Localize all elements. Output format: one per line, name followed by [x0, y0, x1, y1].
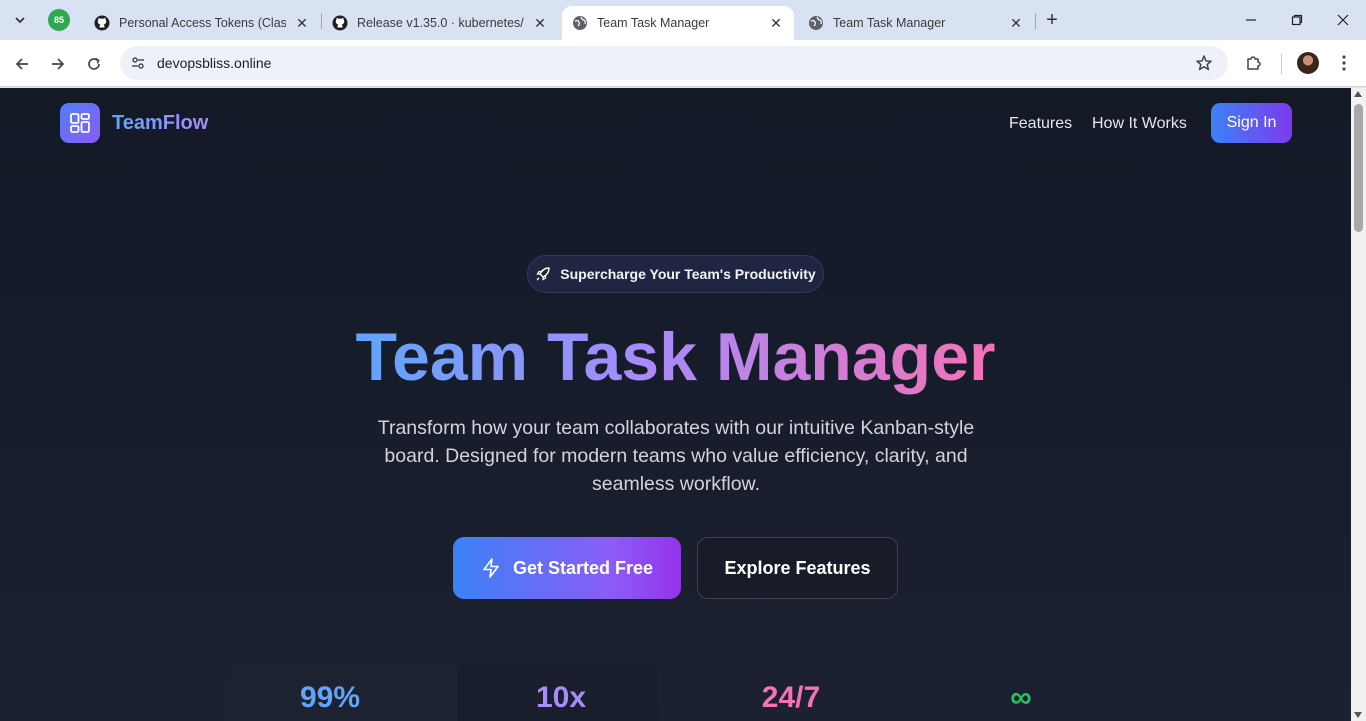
get-started-button[interactable]: Get Started Free — [453, 537, 681, 599]
get-started-label: Get Started Free — [512, 557, 654, 578]
close-icon[interactable]: ✕ — [532, 15, 548, 31]
pinned-extension-tab[interactable]: 85 — [48, 9, 70, 31]
nav-link-how-it-works[interactable]: How It Works — [1092, 115, 1187, 133]
puzzle-icon — [1247, 56, 1261, 70]
reload-button[interactable] — [80, 50, 108, 78]
extensions-button[interactable] — [1242, 51, 1266, 75]
brand-name[interactable]: TeamFlow — [112, 112, 208, 135]
browser-menu-button[interactable] — [1332, 51, 1356, 75]
tab-title: Team Task Manager — [597, 16, 710, 30]
minimize-button[interactable] — [1228, 0, 1274, 40]
reload-icon — [88, 57, 100, 70]
github-icon — [332, 15, 348, 31]
tab-divider — [1035, 13, 1036, 29]
close-icon[interactable]: ✕ — [768, 15, 784, 31]
tab-title: Release v1.35.0 · kubernetes/kops — [357, 16, 524, 30]
close-icon[interactable]: ✕ — [294, 15, 310, 31]
tab-team-task-manager[interactable]: Team Task Manager ✕ — [798, 6, 1034, 40]
hero-badge-text: Supercharge Your Team's Productivity — [560, 266, 816, 282]
browser-toolbar: devopsbliss.online — [0, 40, 1366, 87]
github-icon — [94, 15, 110, 31]
tab-kops-release[interactable]: Release v1.35.0 · kubernetes/kops ✕ — [322, 6, 558, 40]
stat-value-uptime: 99% — [299, 681, 361, 714]
toolbar-divider — [1281, 54, 1282, 74]
minimize-icon — [1246, 19, 1256, 21]
tab-search-button[interactable] — [8, 8, 32, 32]
plus-icon: + — [1046, 8, 1058, 31]
scroll-up-arrow-icon[interactable] — [1354, 91, 1362, 97]
close-icon — [1337, 14, 1349, 26]
stat-value-unlimited: ∞ — [1010, 681, 1032, 714]
forward-button[interactable] — [44, 50, 72, 78]
url-text[interactable]: devopsbliss.online — [157, 55, 271, 71]
close-icon[interactable]: ✕ — [1008, 15, 1024, 31]
close-window-button[interactable] — [1320, 0, 1366, 40]
hero-title-text: Team Task Manager — [355, 319, 996, 395]
scroll-down-arrow-icon[interactable] — [1354, 712, 1362, 718]
tab-personal-access-tokens[interactable]: Personal Access Tokens (Classic) ✕ — [84, 6, 320, 40]
hero-subtitle: Transform how your team collaborates wit… — [377, 417, 975, 495]
tab-title: Personal Access Tokens (Classic) — [119, 16, 286, 30]
page-viewport: TeamFlow Features How It Works Sign In S… — [0, 88, 1351, 721]
arrow-right-icon — [52, 58, 65, 70]
bookmark-star-icon[interactable] — [1194, 53, 1214, 73]
stat-value-speed: 10x — [535, 681, 587, 714]
hero-title: Team Task Manager — [0, 320, 1351, 395]
chevron-down-icon — [15, 17, 25, 24]
restore-icon — [1291, 14, 1303, 26]
new-tab-button[interactable]: + — [1041, 9, 1063, 31]
explore-features-button[interactable]: Explore Features — [697, 537, 898, 599]
sign-in-button[interactable]: Sign In — [1211, 103, 1292, 143]
restore-button[interactable] — [1274, 0, 1320, 40]
lightning-icon — [481, 558, 501, 578]
globe-icon — [572, 15, 588, 31]
rocket-icon — [535, 266, 551, 282]
tab-strip: 85 Personal Access Tokens (Classic) ✕ Re… — [0, 0, 1366, 40]
nav-link-features[interactable]: Features — [1009, 115, 1072, 133]
kebab-menu-icon — [1342, 55, 1346, 71]
hero-badge: Supercharge Your Team's Productivity — [527, 255, 824, 293]
brand-logo[interactable] — [60, 103, 100, 143]
arrow-left-icon — [15, 58, 28, 70]
dashboard-grid-icon — [70, 113, 90, 133]
address-bar[interactable]: devopsbliss.online — [120, 46, 1228, 80]
tab-title: Team Task Manager — [833, 16, 946, 30]
page-scrollbar[interactable] — [1351, 88, 1366, 721]
stat-value-availability: 24/7 — [761, 681, 821, 714]
globe-icon — [808, 15, 824, 31]
tab-team-task-manager-active[interactable]: Team Task Manager ✕ — [562, 6, 794, 40]
scrollbar-thumb[interactable] — [1354, 104, 1363, 232]
site-settings-icon[interactable] — [128, 53, 148, 73]
profile-avatar[interactable] — [1297, 52, 1319, 74]
back-button[interactable] — [8, 50, 36, 78]
